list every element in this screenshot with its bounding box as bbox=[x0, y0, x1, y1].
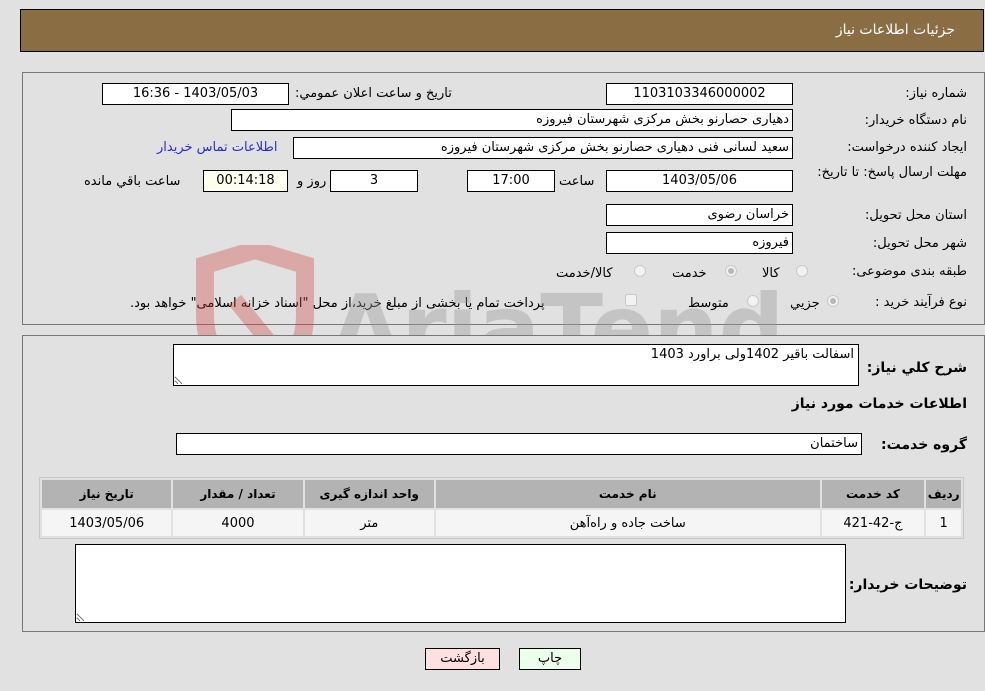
deadline-time-label: ساعت bbox=[559, 174, 595, 189]
buyer-notes-label: توضيحات خريدار: bbox=[848, 577, 967, 593]
purchase-type-label: نوع فرآيند خريد : bbox=[875, 295, 967, 310]
cell-quantity: 4000 bbox=[173, 510, 303, 536]
deadline-label: مهلت ارسال پاسخ: تا تاريخ: bbox=[817, 165, 967, 180]
deadline-time-field: 17:00 bbox=[467, 170, 555, 192]
category-goods-radio[interactable] bbox=[796, 265, 808, 277]
page-header: جزئیات اطلاعات نیاز bbox=[20, 9, 984, 52]
services-heading: اطلاعات خدمات مورد نياز bbox=[791, 396, 967, 412]
purchase-type-minor-label: جزيي bbox=[790, 296, 820, 311]
col-header-unit: واحد اندازه گيری bbox=[304, 480, 434, 508]
col-header-quantity: تعداد / مقدار bbox=[173, 480, 303, 508]
buyer-contact-link[interactable]: اطلاعات تماس خريدار bbox=[157, 140, 277, 155]
buyer-org-field: دهیاری حصارنو بخش مرکزی شهرستان فیروزه bbox=[231, 109, 793, 131]
buyer-notes-textarea[interactable] bbox=[75, 544, 846, 623]
province-field: خراسان رضوی bbox=[606, 204, 793, 226]
summary-textarea[interactable] bbox=[173, 344, 859, 386]
cell-need-date: 1403/05/06 bbox=[42, 510, 172, 536]
col-header-need-date: تاريخ نياز bbox=[42, 480, 172, 508]
service-group-label: گروه خدمت: bbox=[881, 437, 967, 453]
creator-label: ايجاد كننده درخواست: bbox=[847, 140, 967, 155]
print-button[interactable]: چاپ bbox=[519, 648, 581, 670]
announce-datetime-label: تاریخ و ساعت اعلان عمومي: bbox=[295, 86, 452, 101]
back-button[interactable]: بازگشت bbox=[425, 648, 500, 670]
cell-unit: متر bbox=[304, 510, 434, 536]
treasury-bonds-checkbox[interactable] bbox=[625, 294, 637, 306]
province-label: استان محل تحويل: bbox=[865, 208, 967, 223]
buyer-org-label: نام دستگاه خريدار: bbox=[864, 113, 967, 128]
service-group-field: ساختمان bbox=[176, 433, 862, 455]
category-label: طبقه بندی موضوعی: bbox=[851, 264, 967, 279]
city-label: شهر محل تحويل: bbox=[872, 236, 967, 251]
need-number-field: 1103103346000002 bbox=[606, 83, 793, 105]
category-goods-service-radio[interactable] bbox=[634, 265, 646, 277]
col-header-row-number: رديف bbox=[926, 480, 961, 508]
category-goods-label: كالا bbox=[762, 266, 780, 281]
announce-datetime-field: 1403/05/03 - 16:36 bbox=[102, 83, 289, 105]
need-number-label: شماره نیاز: bbox=[905, 86, 967, 101]
summary-label: شرح كلي نياز: bbox=[866, 360, 967, 376]
remaining-time-field: 00:14:18 bbox=[203, 170, 288, 192]
cell-row-number: 1 bbox=[926, 510, 961, 536]
deadline-date-field: 1403/05/06 bbox=[606, 170, 793, 192]
category-goods-service-label: كالا/خدمت bbox=[556, 266, 613, 281]
cell-service-code: ج-42-421 bbox=[821, 510, 925, 536]
days-label: روز و bbox=[297, 174, 327, 189]
creator-field: سعید لسانی فنی دهیاری حصارنو بخش مرکزی ش… bbox=[293, 137, 793, 159]
purchase-type-minor-radio[interactable] bbox=[827, 295, 839, 307]
purchase-type-medium-label: متوسط bbox=[688, 296, 729, 311]
remaining-time-label: ساعت باقي مانده bbox=[84, 174, 181, 189]
cell-service-name: ساخت جاده و راه‌آهن bbox=[435, 510, 820, 536]
purchase-type-medium-radio[interactable] bbox=[747, 295, 759, 307]
treasury-bonds-note: پرداخت تمام يا بخشی از مبلغ خريد،از محل … bbox=[130, 296, 545, 311]
category-service-label: خدمت bbox=[672, 266, 707, 281]
col-header-service-code: كد خدمت bbox=[821, 480, 925, 508]
category-service-radio[interactable] bbox=[725, 265, 737, 277]
table-header-row: رديف كد خدمت نام خدمت واحد اندازه گيری ت… bbox=[42, 480, 961, 508]
page-title: جزئیات اطلاعات نیاز bbox=[835, 22, 955, 38]
table-row: 1 ج-42-421 ساخت جاده و راه‌آهن متر 4000 … bbox=[42, 510, 961, 536]
city-field: فیروزه bbox=[606, 232, 793, 254]
services-table: رديف كد خدمت نام خدمت واحد اندازه گيری ت… bbox=[39, 477, 964, 539]
col-header-service-name: نام خدمت bbox=[435, 480, 820, 508]
remaining-days-field: 3 bbox=[330, 170, 418, 192]
